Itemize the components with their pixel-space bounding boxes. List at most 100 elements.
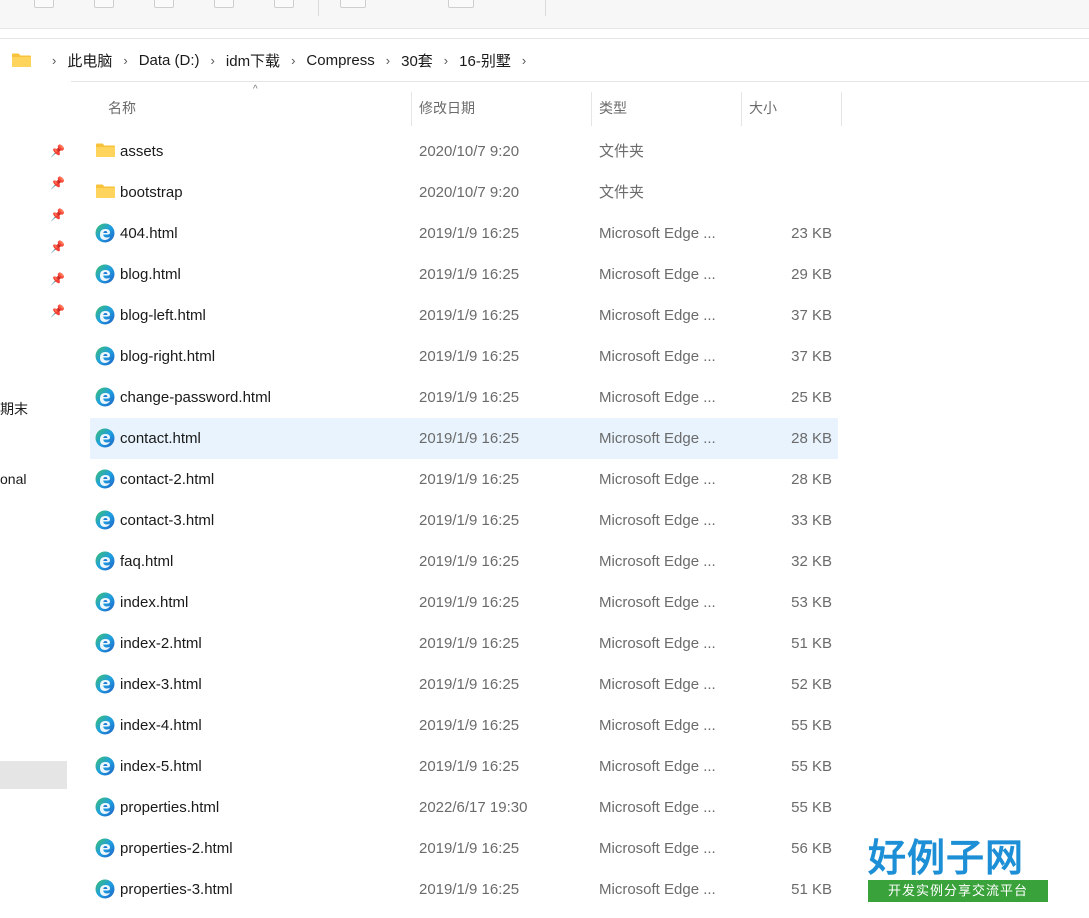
file-row[interactable]: index-4.html 2019/1/9 16:25 Microsoft Edge… bbox=[90, 705, 838, 746]
file-name: index-3.html bbox=[120, 676, 202, 693]
column-name-header[interactable]: 名称 bbox=[108, 90, 136, 126]
file-row[interactable]: blog-right.html 2019/1/9 16:25 Microsoft E… bbox=[90, 336, 838, 377]
breadcrumb-chevron-icon[interactable]: › bbox=[123, 53, 127, 68]
file-name: blog-right.html bbox=[120, 348, 216, 365]
file-row[interactable]: 404.html 2019/1/9 16:25 Microsoft Edge ...… bbox=[90, 213, 838, 254]
breadcrumb-item[interactable]: Compress bbox=[304, 52, 376, 69]
file-name: index.html bbox=[120, 594, 189, 611]
nav-item-selected[interactable] bbox=[0, 761, 67, 789]
file-name: contact-3.html bbox=[120, 512, 215, 529]
share-icon[interactable] bbox=[274, 0, 294, 8]
file-type: Microsoft Edge ... bbox=[599, 594, 716, 611]
file-type: Microsoft Edge ... bbox=[599, 307, 716, 324]
watermark-logo: 好例子网 开发实例分享交流平台 bbox=[868, 836, 1050, 902]
pin-icon[interactable]: 📌 bbox=[50, 272, 65, 286]
breadcrumb-chevron-icon[interactable]: › bbox=[444, 53, 448, 68]
file-name: bootstrap bbox=[120, 184, 183, 201]
file-size: 32 KB bbox=[791, 553, 832, 570]
column-divider[interactable] bbox=[841, 92, 842, 126]
file-date: 2019/1/9 16:25 bbox=[419, 512, 520, 529]
column-size-header[interactable]: 大小 bbox=[749, 90, 777, 126]
pin-icon[interactable]: 📌 bbox=[50, 208, 65, 222]
file-type: Microsoft Edge ... bbox=[599, 840, 716, 857]
file-date: 2019/1/9 16:25 bbox=[419, 553, 520, 570]
file-row[interactable]: properties-3.html 2019/1/9 16:25 Microsoft… bbox=[90, 869, 838, 910]
sort-ascending-icon: ^ bbox=[253, 84, 258, 95]
address-bar[interactable]: › 此电脑 › Data (D:) › idm下载 › Compress › 30套 › 16-别墅 › bbox=[0, 38, 1089, 82]
column-type-header[interactable]: 类型 bbox=[599, 90, 627, 126]
file-row[interactable]: blog-left.html 2019/1/9 16:25 Microsoft Ed… bbox=[90, 295, 838, 336]
file-row[interactable]: change-password.html 2019/1/9 16:25 Micros… bbox=[90, 377, 838, 418]
column-divider[interactable] bbox=[591, 92, 592, 126]
breadcrumb-chevron-icon[interactable]: › bbox=[522, 53, 526, 68]
file-name: index-5.html bbox=[120, 758, 202, 775]
file-name: blog.html bbox=[120, 266, 181, 283]
pin-icon[interactable]: 📌 bbox=[50, 176, 65, 190]
file-row[interactable]: properties-2.html 2019/1/9 16:25 Microsoft… bbox=[90, 828, 838, 869]
file-size: 55 KB bbox=[791, 717, 832, 734]
file-row[interactable]: properties.html 2022/6/17 19:30 Microsoft … bbox=[90, 787, 838, 828]
pin-icon[interactable]: 📌 bbox=[50, 144, 65, 158]
file-type: Microsoft Edge ... bbox=[599, 348, 716, 365]
file-date: 2019/1/9 16:25 bbox=[419, 266, 520, 283]
file-size: 25 KB bbox=[791, 389, 832, 406]
file-row[interactable]: index-3.html 2019/1/9 16:25 Microsoft Edge… bbox=[90, 664, 838, 705]
file-row[interactable]: bootstrap 2020/10/7 9:20 文件夹 bbox=[90, 172, 838, 213]
file-name: change-password.html bbox=[120, 389, 271, 406]
file-row[interactable]: contact-2.html 2019/1/9 16:25 Microsoft Ed… bbox=[90, 459, 838, 500]
command-bar bbox=[0, 0, 1089, 29]
breadcrumb-chevron-icon[interactable]: › bbox=[52, 53, 56, 68]
breadcrumb-chevron-icon[interactable]: › bbox=[211, 53, 215, 68]
file-name: index-4.html bbox=[120, 717, 202, 734]
file-date: 2019/1/9 16:25 bbox=[419, 594, 520, 611]
file-row[interactable]: assets 2020/10/7 9:20 文件夹 bbox=[90, 131, 838, 172]
file-row[interactable]: index-2.html 2019/1/9 16:25 Microsoft Edge… bbox=[90, 623, 838, 664]
copy-icon[interactable] bbox=[94, 0, 114, 8]
file-row[interactable]: index-5.html 2019/1/9 16:25 Microsoft Edge… bbox=[90, 746, 838, 787]
paste-icon[interactable] bbox=[154, 0, 174, 8]
file-type: Microsoft Edge ... bbox=[599, 553, 716, 570]
column-divider[interactable] bbox=[741, 92, 742, 126]
file-type: Microsoft Edge ... bbox=[599, 717, 716, 734]
column-divider[interactable] bbox=[411, 92, 412, 126]
file-name: properties-3.html bbox=[120, 881, 233, 898]
watermark-logo-text: 好例子网 bbox=[868, 835, 1025, 880]
file-list: assets 2020/10/7 9:20 文件夹 bootstrap 2020/10/… bbox=[90, 131, 838, 910]
cut-icon[interactable] bbox=[34, 0, 54, 8]
file-row[interactable]: faq.html 2019/1/9 16:25 Microsoft Edge ...… bbox=[90, 541, 838, 582]
breadcrumb-item[interactable]: Data (D:) bbox=[137, 52, 202, 69]
file-row[interactable]: index.html 2019/1/9 16:25 Microsoft Edge .… bbox=[90, 582, 838, 623]
pin-icon[interactable]: 📌 bbox=[50, 304, 65, 318]
breadcrumb-chevron-icon[interactable]: › bbox=[386, 53, 390, 68]
file-size: 28 KB bbox=[791, 430, 832, 447]
file-name: properties.html bbox=[120, 799, 220, 816]
nav-item-partial[interactable]: 期末 bbox=[0, 399, 28, 419]
file-name: contact.html bbox=[120, 430, 201, 447]
breadcrumb-chevron-icon[interactable]: › bbox=[291, 53, 295, 68]
file-date: 2019/1/9 16:25 bbox=[419, 471, 520, 488]
file-size: 37 KB bbox=[791, 307, 832, 324]
nav-item-partial[interactable]: onal bbox=[0, 471, 26, 487]
column-date-header[interactable]: 修改日期 bbox=[419, 90, 475, 126]
file-row[interactable]: blog.html 2019/1/9 16:25 Microsoft Edge ..… bbox=[90, 254, 838, 295]
sort-icon[interactable] bbox=[340, 0, 366, 8]
file-size: 55 KB bbox=[791, 799, 832, 816]
view-icon[interactable] bbox=[448, 0, 474, 8]
file-type: Microsoft Edge ... bbox=[599, 512, 716, 529]
file-row[interactable]: contact.html 2019/1/9 16:25 Microsoft Edge… bbox=[90, 418, 838, 459]
file-type: Microsoft Edge ... bbox=[599, 471, 716, 488]
file-date: 2019/1/9 16:25 bbox=[419, 717, 520, 734]
file-date: 2019/1/9 16:25 bbox=[419, 881, 520, 898]
file-date: 2019/1/9 16:25 bbox=[419, 758, 520, 775]
file-name: index-2.html bbox=[120, 635, 202, 652]
breadcrumb-item[interactable]: 16-别墅 bbox=[457, 50, 513, 71]
breadcrumb-item[interactable]: idm下载 bbox=[224, 50, 282, 71]
breadcrumb-item[interactable]: 30套 bbox=[399, 50, 435, 71]
rename-icon[interactable] bbox=[214, 0, 234, 8]
file-row[interactable]: contact-3.html 2019/1/9 16:25 Microsoft Ed… bbox=[90, 500, 838, 541]
file-size: 51 KB bbox=[791, 881, 832, 898]
file-type: Microsoft Edge ... bbox=[599, 758, 716, 775]
folder-icon bbox=[12, 53, 31, 67]
pin-icon[interactable]: 📌 bbox=[50, 240, 65, 254]
breadcrumb-item[interactable]: 此电脑 bbox=[65, 50, 114, 71]
